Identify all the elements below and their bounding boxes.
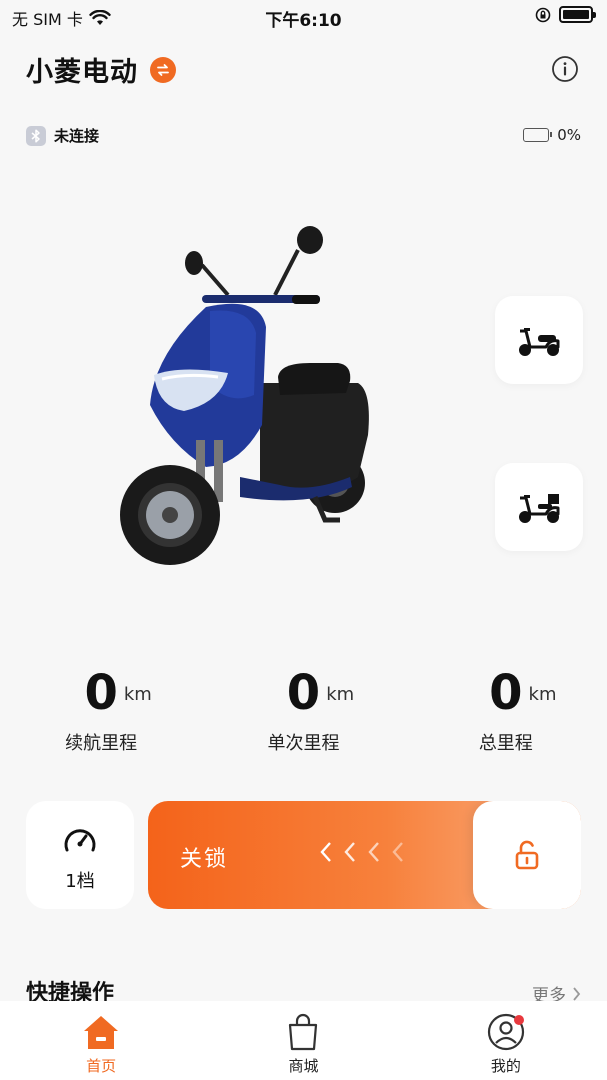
home-icon <box>84 1016 119 1049</box>
chevron-left-icon <box>320 842 331 862</box>
slide-hint <box>320 841 404 863</box>
stat-trip: 0 km 单次里程 <box>202 665 404 755</box>
chevron-left-icon <box>344 842 355 862</box>
tab-shop[interactable]: 商城 <box>202 1001 404 1080</box>
battery-level-icon <box>523 128 553 142</box>
swap-icon <box>157 63 169 76</box>
gear-button[interactable]: 1档 <box>26 801 134 909</box>
scooter-cargo-icon <box>519 494 560 523</box>
tab-label: 首页 <box>86 1057 117 1075</box>
scooter-icon <box>519 328 560 356</box>
tab-home[interactable]: 首页 <box>0 1001 202 1080</box>
bluetooth-icon <box>26 125 46 146</box>
header: 小菱电动 <box>26 50 176 89</box>
lock-label: 关锁 <box>180 847 229 872</box>
status-bar: 无 SIM 卡 下午6:10 <box>0 0 607 34</box>
tab-label: 商城 <box>288 1057 319 1075</box>
stat-range: 0 km 续航里程 <box>0 665 202 755</box>
stat-value: 0 <box>489 665 523 721</box>
clock: 下午6:10 <box>265 11 342 31</box>
unlock-icon <box>515 840 539 870</box>
speedometer-icon <box>64 829 96 852</box>
switch-vehicle-button[interactable] <box>150 56 176 83</box>
chevron-left-icon <box>392 842 403 862</box>
stat-unit: km <box>528 684 557 705</box>
shopping-bag-icon <box>289 1013 318 1051</box>
info-icon <box>552 56 578 82</box>
scooter-image <box>120 226 369 565</box>
mileage-stats: 0 km 续航里程 0 km 单次里程 0 km 总里程 <box>0 665 607 755</box>
stat-label: 总里程 <box>478 733 533 754</box>
stat-unit: km <box>326 684 355 705</box>
page-title: 小菱电动 <box>26 57 138 88</box>
mode-button-cargo[interactable] <box>495 463 583 551</box>
chevron-left-icon <box>368 842 379 862</box>
lock-handle[interactable] <box>473 801 581 909</box>
stat-label: 续航里程 <box>65 733 138 754</box>
stat-value: 0 <box>84 665 118 721</box>
stat-total: 0 km 总里程 <box>405 665 607 755</box>
gear-label: 1档 <box>65 871 95 892</box>
info-button[interactable] <box>551 55 579 83</box>
stat-value: 0 <box>286 665 321 721</box>
stat-unit: km <box>123 684 152 705</box>
stat-label: 单次里程 <box>267 733 340 754</box>
battery-percent: 0% <box>557 126 581 144</box>
mode-button-riding[interactable] <box>495 296 583 384</box>
orientation-lock-icon <box>535 7 551 22</box>
tab-profile[interactable]: 我的 <box>405 1001 607 1080</box>
chevron-right-icon <box>573 986 581 1001</box>
notification-dot <box>513 1015 524 1025</box>
tab-bar: 首页 商城 我的 <box>0 1001 607 1080</box>
lock-slider[interactable]: 关锁 <box>148 801 581 909</box>
connection-status[interactable]: 未连接 <box>26 125 99 146</box>
connection-label: 未连接 <box>54 127 100 145</box>
battery-icon <box>559 6 596 23</box>
tab-label: 我的 <box>490 1057 521 1075</box>
vehicle-battery: 0% <box>523 126 581 144</box>
